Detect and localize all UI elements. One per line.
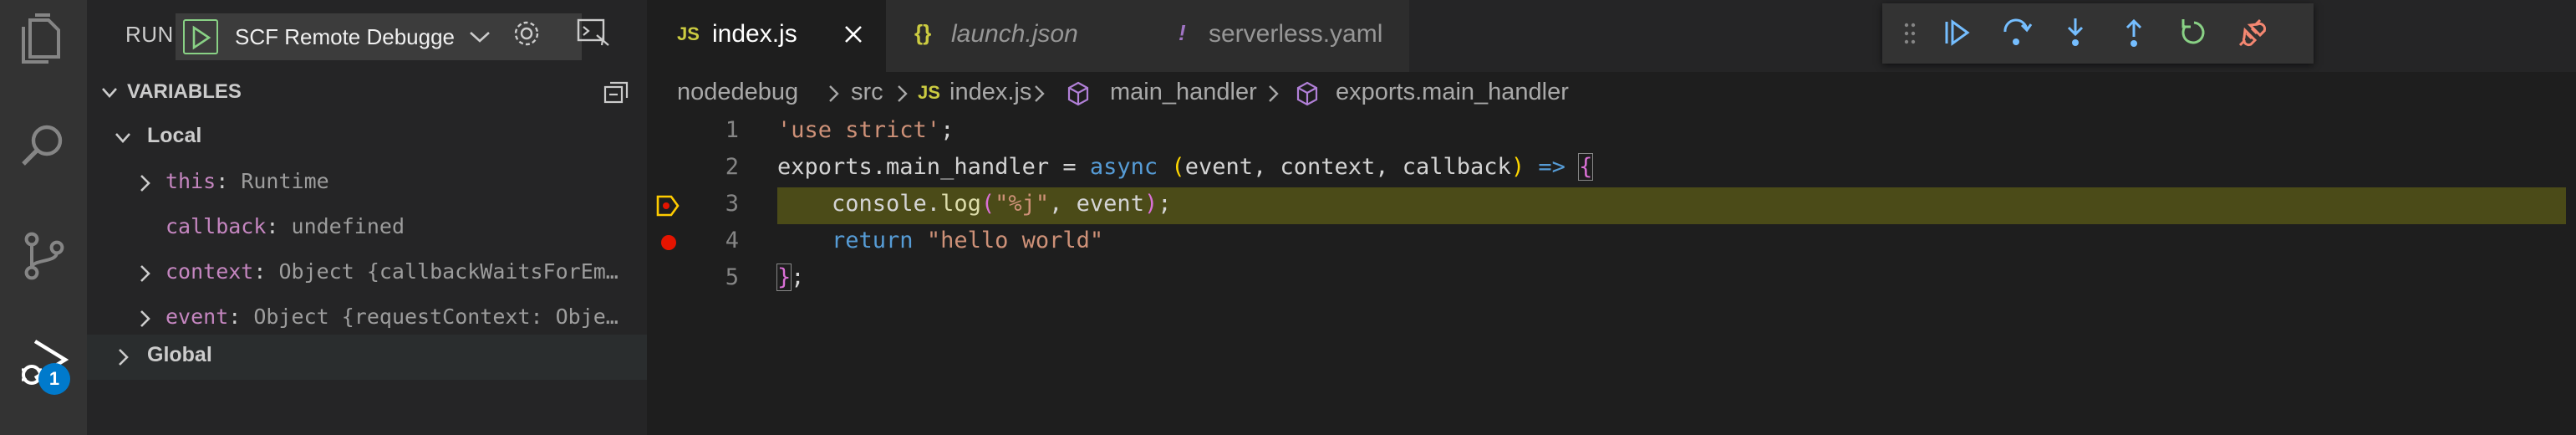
collapse-all-icon[interactable]: [602, 80, 630, 105]
code-line: 4 return "hello world": [647, 224, 2576, 261]
chevron-down-icon: [102, 88, 117, 98]
breadcrumb-item[interactable]: src: [851, 79, 883, 106]
tab-label: serverless.yaml: [1209, 20, 1383, 48]
chevron-right-icon: [140, 265, 150, 282]
source-control-icon[interactable]: [15, 228, 72, 284]
code-text: 'use strict';: [777, 117, 955, 143]
scope-global[interactable]: Global: [87, 335, 647, 380]
variable-name: callback: [165, 214, 267, 238]
variable-value: Object {callbackWaitsForEm…: [278, 259, 619, 284]
run-header: RUN SCF Remote Debugge: [87, 0, 647, 72]
tab-label: launch.json: [951, 20, 1078, 48]
yaml-file-icon: !: [1179, 20, 1186, 45]
variable-entry: callback: undefined: [165, 214, 405, 238]
code-text: exports.main_handler = async (event, con…: [777, 153, 1594, 181]
scope-label: Global: [147, 343, 212, 366]
line-number: 4: [725, 228, 739, 253]
cube-icon: [1296, 81, 1318, 106]
javascript-file-icon: JS: [677, 23, 700, 44]
code-line: 5 };: [647, 261, 2576, 298]
run-debug-sidebar: RUN SCF Remote Debugge VARIABLES Local t…: [87, 0, 647, 435]
chevron-down-icon: [115, 133, 130, 143]
play-icon: [192, 25, 211, 50]
tab-index-js[interactable]: JS index.js: [647, 0, 886, 72]
gear-icon[interactable]: [510, 17, 543, 50]
debug-badge: 1: [38, 363, 70, 395]
disconnect-icon[interactable]: [2235, 15, 2270, 50]
scope-label: Local: [147, 124, 202, 147]
start-debugging-button[interactable]: [183, 19, 218, 54]
variable-entry: this: Runtime: [165, 169, 329, 193]
variable-row-context[interactable]: context: Object {callbackWaitsForEm…: [87, 251, 647, 294]
variables-title: VARIABLES: [127, 80, 242, 103]
variable-name: this: [165, 169, 216, 193]
chevron-right-icon: [140, 175, 150, 192]
breadcrumb-item[interactable]: nodedebug: [677, 79, 798, 106]
chevron-right-icon: [1035, 85, 1045, 102]
drag-handle-icon[interactable]: [1904, 22, 1916, 45]
variable-row-this[interactable]: this: Runtime: [87, 161, 647, 204]
line-number: 5: [725, 264, 739, 290]
chevron-right-icon: [1269, 85, 1279, 102]
variable-entry: event: Object {requestContext: Obje…: [165, 304, 619, 329]
restart-icon[interactable]: [2176, 15, 2212, 50]
scope-local[interactable]: Local: [87, 115, 647, 159]
variable-value: undefined: [291, 214, 405, 238]
breadcrumb: nodedebug src JS index.js main_handler e…: [647, 72, 2576, 114]
tab-serverless-yaml[interactable]: ! serverless.yaml: [1133, 0, 1409, 72]
continue-icon[interactable]: [1939, 15, 1974, 50]
code-text: };: [776, 264, 805, 291]
code-text: return "hello world": [832, 228, 1104, 253]
search-icon[interactable]: [15, 117, 72, 174]
line-number: 1: [725, 117, 739, 143]
debug-console-icon[interactable]: [575, 17, 612, 50]
variable-row-event[interactable]: event: Object {requestContext: Obje…: [87, 296, 647, 340]
variable-value: Object {requestContext: Obje…: [253, 304, 619, 329]
breadcrumb-item[interactable]: main_handler: [1110, 79, 1257, 106]
debug-toolbar: [1882, 3, 2314, 64]
chevron-down-icon: [470, 32, 490, 43]
breadcrumb-item[interactable]: index.js: [949, 79, 1031, 106]
activity-bar: 1: [0, 0, 87, 435]
variable-row-callback[interactable]: callback: undefined: [87, 206, 647, 249]
line-number: 2: [725, 154, 739, 180]
step-over-icon[interactable]: [1999, 15, 2034, 50]
code-line: 2 exports.main_handler = async (event, c…: [647, 151, 2576, 187]
code-editor[interactable]: 1 'use strict'; 2 exports.main_handler =…: [647, 114, 2576, 435]
cube-icon: [1067, 81, 1089, 106]
chevron-right-icon: [829, 85, 839, 102]
breadcrumb-item[interactable]: exports.main_handler: [1336, 79, 1569, 106]
close-icon[interactable]: [841, 22, 866, 47]
variable-name: event: [165, 304, 229, 329]
run-title: RUN: [125, 22, 174, 47]
chevron-right-icon: [119, 349, 129, 366]
step-into-icon[interactable]: [2058, 15, 2093, 50]
code-line-current: 3 console.log("%j", event);: [647, 187, 2576, 224]
variables-section-header[interactable]: VARIABLES: [87, 72, 647, 114]
config-name: SCF Remote Debugge: [235, 24, 456, 49]
line-number: 3: [725, 191, 739, 217]
variable-name: context: [165, 259, 254, 284]
variable-value: Runtime: [241, 169, 329, 193]
chevron-right-icon: [140, 310, 150, 327]
chevron-right-icon: [898, 85, 908, 102]
tab-launch-json[interactable]: {} launch.json: [886, 0, 1133, 72]
code-line: 1 'use strict';: [647, 114, 2576, 151]
variable-entry: context: Object {callbackWaitsForEm…: [165, 259, 619, 284]
json-file-icon: {}: [914, 20, 932, 45]
explorer-icon[interactable]: [15, 12, 72, 69]
javascript-file-icon: JS: [918, 82, 940, 103]
tab-label: index.js: [712, 20, 797, 48]
code-text: console.log("%j", event);: [777, 191, 1172, 217]
step-out-icon[interactable]: [2116, 15, 2151, 50]
